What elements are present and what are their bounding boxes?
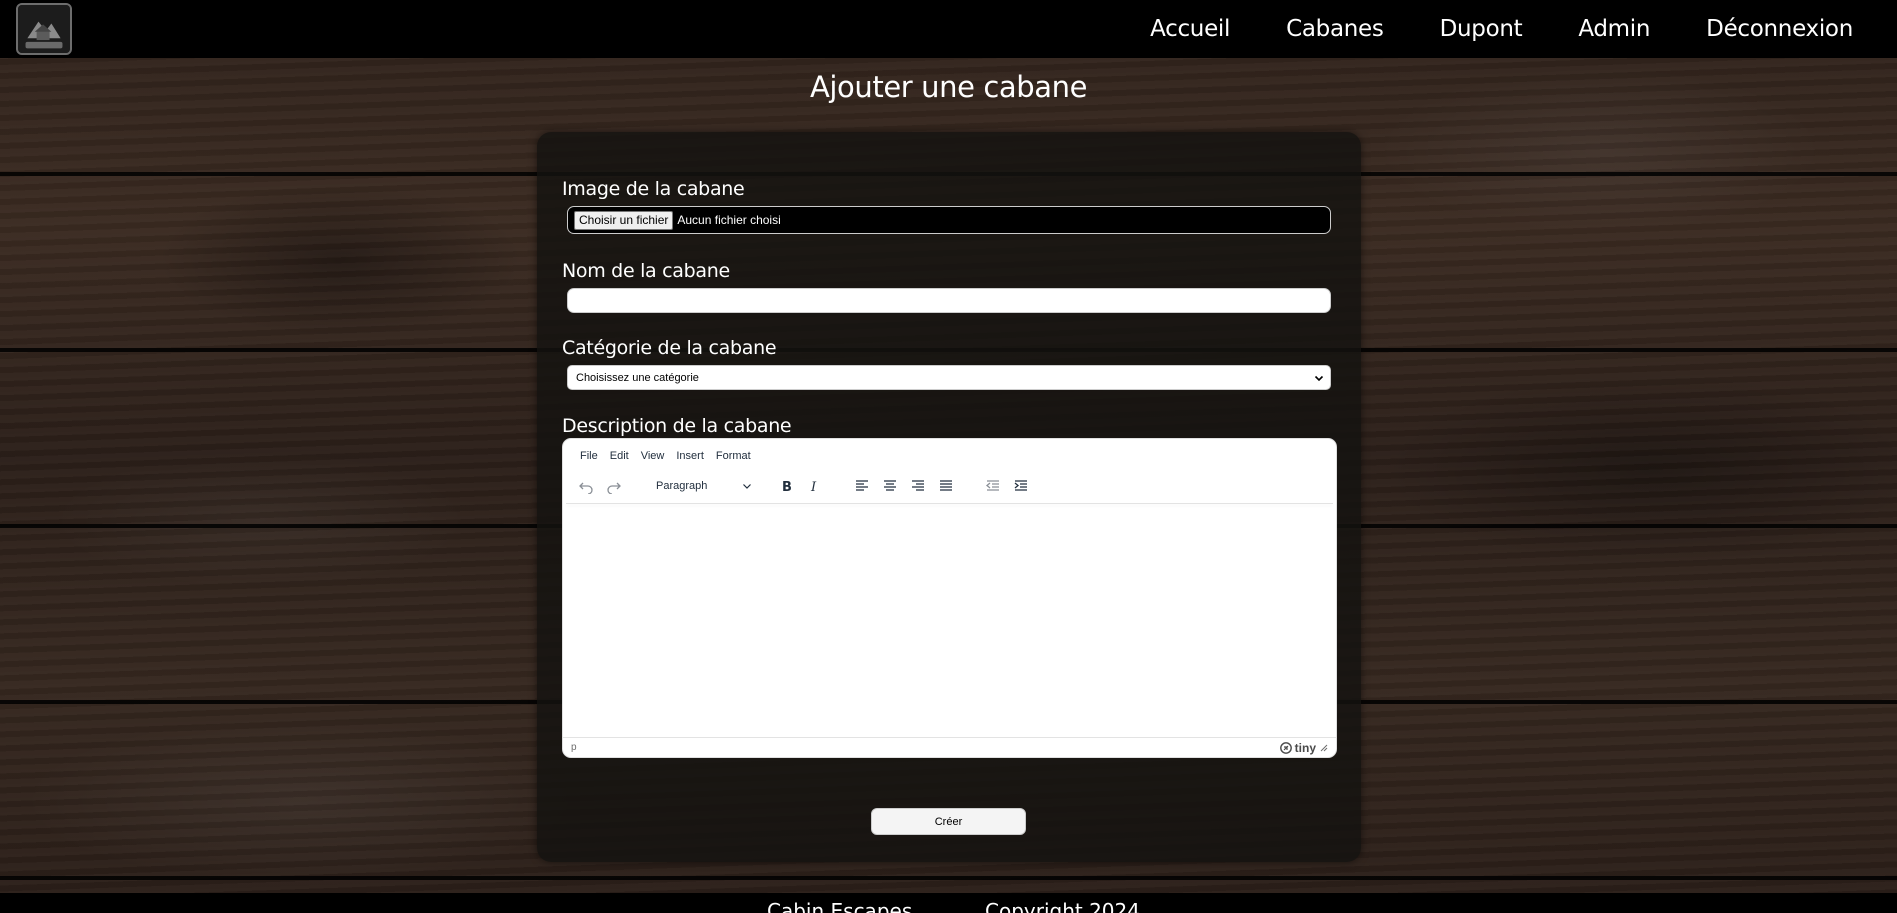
site-logo[interactable] bbox=[16, 3, 72, 55]
footer-copyright: Copyright 2024 bbox=[985, 899, 1140, 913]
svg-text:B: B bbox=[782, 480, 792, 494]
nav-admin[interactable]: Admin bbox=[1578, 16, 1650, 42]
cabin-name-input[interactable] bbox=[567, 288, 1331, 313]
menu-file[interactable]: File bbox=[580, 450, 598, 462]
main-nav: Accueil Cabanes Dupont Admin Déconnexion bbox=[1094, 0, 1853, 58]
description-label: Description de la cabane bbox=[562, 415, 792, 437]
menu-edit[interactable]: Edit bbox=[610, 450, 629, 462]
page-title: Ajouter une cabane bbox=[809, 70, 1088, 104]
chevron-down-icon bbox=[743, 484, 751, 489]
block-format-select[interactable]: Paragraph bbox=[652, 475, 756, 497]
category-selected-value: Choisissez une catégorie bbox=[576, 371, 699, 384]
outdent-icon[interactable] bbox=[982, 475, 1004, 497]
nav-deconnexion[interactable]: Déconnexion bbox=[1706, 16, 1853, 42]
editor-statusbar: p tiny bbox=[563, 737, 1336, 757]
category-select[interactable]: Choisissez une catégorie bbox=[567, 365, 1331, 390]
editor-content-area[interactable] bbox=[563, 505, 1336, 737]
editor-toolbar: Paragraph B I bbox=[563, 473, 1336, 499]
toolbar-divider bbox=[566, 503, 1333, 504]
footer: Cabin Escapes Copyright 2024 bbox=[0, 893, 1897, 913]
navbar: Accueil Cabanes Dupont Admin Déconnexion bbox=[0, 0, 1897, 58]
category-label: Catégorie de la cabane bbox=[562, 337, 777, 359]
nav-accueil[interactable]: Accueil bbox=[1150, 16, 1230, 42]
redo-icon[interactable] bbox=[603, 475, 625, 497]
nav-cabanes[interactable]: Cabanes bbox=[1286, 16, 1384, 42]
block-format-value: Paragraph bbox=[656, 480, 708, 492]
tiny-brand-label: tiny bbox=[1294, 740, 1316, 755]
footer-brand: Cabin Escapes bbox=[767, 899, 913, 913]
italic-icon[interactable]: I bbox=[804, 475, 826, 497]
editor-menubar: File Edit View Insert Format bbox=[580, 450, 763, 462]
add-cabin-form: Image de la cabane Choisir un fichier Au… bbox=[537, 132, 1361, 862]
name-label: Nom de la cabane bbox=[562, 260, 730, 282]
align-left-icon[interactable] bbox=[851, 475, 873, 497]
menu-view[interactable]: View bbox=[641, 450, 665, 462]
description-editor[interactable]: File Edit View Insert Format Paragraph B bbox=[562, 438, 1337, 758]
image-file-input[interactable]: Choisir un fichier Aucun fichier choisi bbox=[567, 206, 1331, 234]
svg-text:I: I bbox=[810, 480, 817, 494]
choose-file-button[interactable]: Choisir un fichier bbox=[574, 210, 674, 230]
resize-handle-icon[interactable] bbox=[1320, 744, 1328, 752]
align-right-icon[interactable] bbox=[907, 475, 929, 497]
create-button[interactable]: Créer bbox=[871, 808, 1026, 835]
align-justify-icon[interactable] bbox=[935, 475, 957, 497]
bold-icon[interactable]: B bbox=[776, 475, 798, 497]
align-center-icon[interactable] bbox=[879, 475, 901, 497]
nav-dupont[interactable]: Dupont bbox=[1440, 16, 1523, 42]
menu-format[interactable]: Format bbox=[716, 450, 751, 462]
chevron-down-icon bbox=[1314, 375, 1324, 381]
menu-insert[interactable]: Insert bbox=[676, 450, 704, 462]
image-label: Image de la cabane bbox=[562, 178, 745, 200]
element-path[interactable]: p bbox=[571, 742, 577, 753]
indent-icon[interactable] bbox=[1010, 475, 1032, 497]
tiny-logo-icon bbox=[1279, 741, 1292, 754]
tiny-brand[interactable]: tiny bbox=[1279, 740, 1328, 755]
undo-icon[interactable] bbox=[575, 475, 597, 497]
file-status: Aucun fichier choisi bbox=[677, 213, 781, 227]
